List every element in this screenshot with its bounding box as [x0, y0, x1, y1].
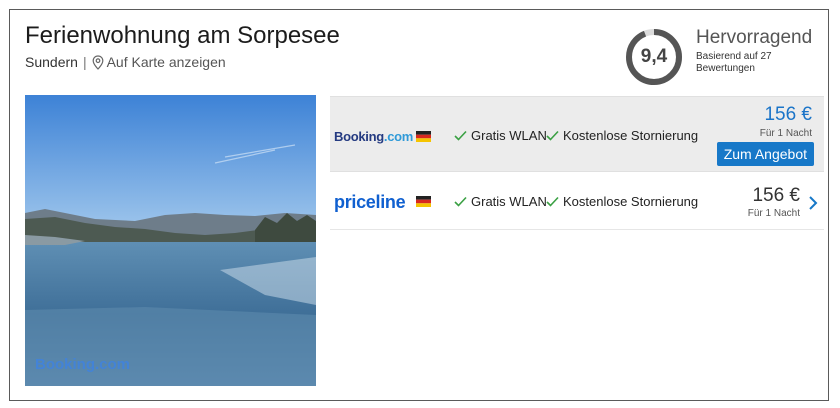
rating-label: Hervorragend: [696, 27, 813, 48]
show-on-map-link[interactable]: Auf Karte anzeigen: [107, 54, 226, 70]
price-note: Für 1 Nacht: [759, 128, 812, 139]
chevron-right-icon[interactable]: [808, 195, 818, 211]
check-icon: [454, 196, 467, 207]
check-icon: [546, 130, 559, 141]
hotel-title[interactable]: Ferienwohnung am Sorpesee: [25, 22, 340, 50]
offer-price: 156 €: [764, 104, 812, 125]
separator: |: [82, 54, 87, 70]
feature-free-cancellation: Kostenlose Stornierung: [546, 194, 698, 209]
rating-badge: 9,4: [624, 27, 684, 87]
rating-review-count: Basierend auf 27 Bewertungen: [696, 51, 772, 74]
offer-price: 156 €: [752, 185, 800, 206]
check-icon: [546, 196, 559, 207]
hotel-location: Sundern | Auf Karte anzeigen: [25, 54, 226, 70]
hotel-photo[interactable]: Booking.com: [25, 95, 316, 386]
map-pin-icon: [92, 54, 104, 70]
feature-wifi: Gratis WLAN: [454, 194, 547, 209]
offer-row-priceline[interactable]: priceline Gratis WLAN Kostenlose Stornie…: [330, 176, 824, 230]
offer-row-booking[interactable]: Booking.com Gratis WLAN Kostenlose Storn…: [330, 96, 824, 172]
photo-watermark: Booking.com: [35, 356, 131, 373]
germany-flag-icon: [416, 131, 431, 142]
feature-wifi: Gratis WLAN: [454, 128, 547, 143]
lake-landscape-image: [25, 95, 316, 386]
booking-logo: Booking.com: [334, 129, 414, 144]
hotel-card: Ferienwohnung am Sorpesee Sundern | Auf …: [9, 9, 829, 401]
view-deal-button[interactable]: Zum Angebot: [716, 142, 814, 166]
rating-score: 9,4: [640, 46, 668, 67]
check-icon: [454, 130, 467, 141]
germany-flag-icon: [416, 196, 431, 207]
price-note: Für 1 Nacht: [747, 208, 800, 219]
priceline-logo: priceline: [334, 192, 406, 212]
feature-free-cancellation: Kostenlose Stornierung: [546, 128, 698, 143]
city-label: Sundern: [25, 54, 78, 70]
